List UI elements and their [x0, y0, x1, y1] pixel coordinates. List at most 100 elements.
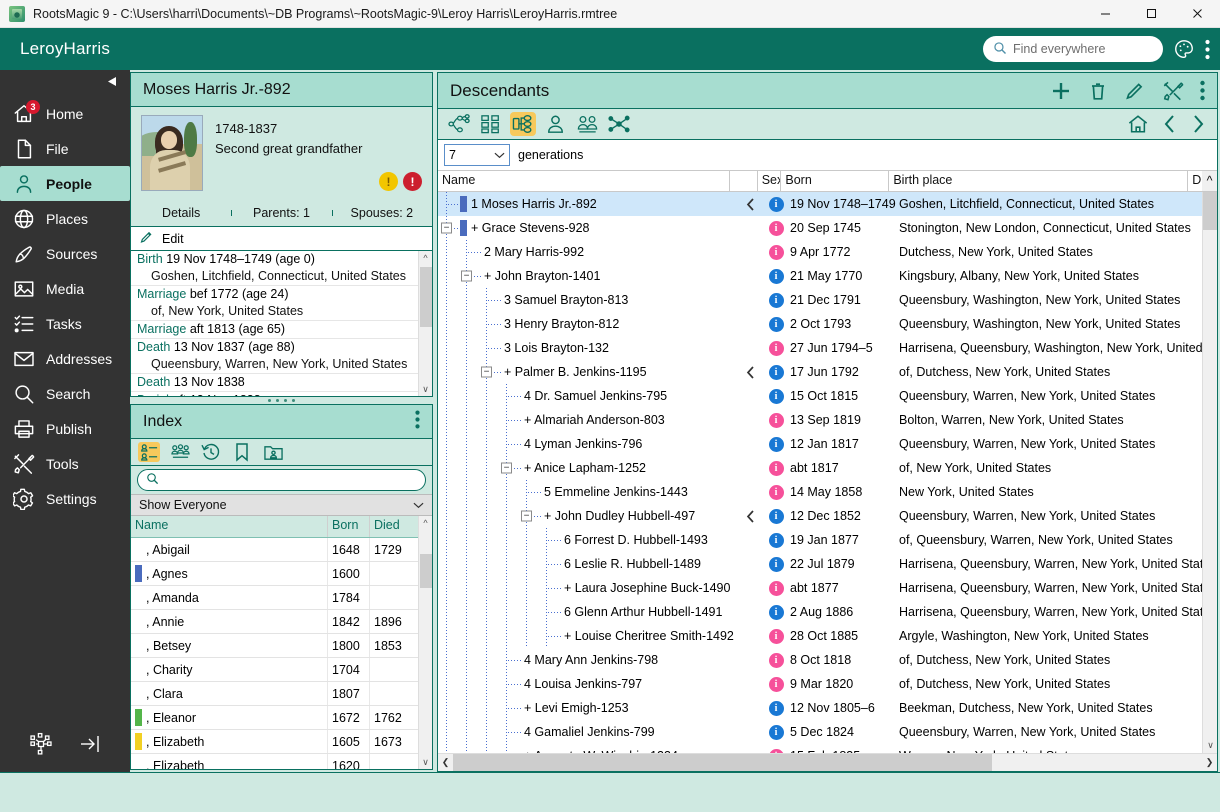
- tree-row-name-cell[interactable]: −+ John Brayton-1401: [438, 264, 736, 288]
- descendants-vertical-scrollbar[interactable]: ∨: [1202, 192, 1217, 753]
- chevron-left-icon[interactable]: [1163, 114, 1177, 134]
- network-icon[interactable]: [606, 112, 632, 136]
- tree-row-name-cell[interactable]: 6 Glenn Arthur Hubbell-1491: [438, 600, 736, 624]
- expander-toggle[interactable]: −: [481, 367, 492, 378]
- tree-row[interactable]: −+ Palmer B. Jenkins-1195i17 Jun 1792of,…: [438, 360, 1217, 384]
- tree-row[interactable]: + Laura Josephine Buck-1490iabt 1877Harr…: [438, 576, 1217, 600]
- person-icon[interactable]: [542, 112, 568, 136]
- index-search-box[interactable]: [137, 469, 426, 491]
- tree-row[interactable]: 3 Henry Brayton-812i2 Oct 1793Queensbury…: [438, 312, 1217, 336]
- person-tab-spouses[interactable]: Spouses: 2: [332, 206, 432, 220]
- scroll-right-icon[interactable]: ❯: [1202, 757, 1217, 768]
- sidebar-item-settings[interactable]: Settings: [0, 481, 130, 516]
- tree-row[interactable]: + Almariah Anderson-803i13 Sep 1819Bolto…: [438, 408, 1217, 432]
- hint-badge-icon[interactable]: !: [379, 172, 398, 191]
- expand-children-chevron-icon[interactable]: [736, 504, 764, 528]
- home-icon[interactable]: [1127, 114, 1149, 134]
- column-header-name[interactable]: Name: [131, 516, 327, 537]
- column-header-sex[interactable]: Sex: [758, 171, 782, 191]
- expand-children-chevron-icon[interactable]: [736, 360, 764, 384]
- sidebar-item-media[interactable]: Media: [0, 271, 130, 306]
- descendants-horizontal-scrollbar[interactable]: ❮ ❯: [438, 753, 1217, 771]
- descendants-icon[interactable]: [510, 112, 536, 136]
- index-row[interactable]: , Annie18421896: [131, 610, 432, 634]
- column-header-name[interactable]: Name: [438, 171, 730, 191]
- index-row[interactable]: , Abigail16481729: [131, 538, 432, 562]
- tree-row-name-cell[interactable]: + Louise Cheritree Smith-1492: [438, 624, 736, 648]
- tree-row[interactable]: 5 Emmeline Jenkins-1443i14 May 1858New Y…: [438, 480, 1217, 504]
- index-row[interactable]: , Elizabeth16051673: [131, 730, 432, 754]
- person-fact[interactable]: Death 13 Nov 1838: [131, 374, 432, 392]
- person-tab-parents[interactable]: Parents: 1: [231, 206, 331, 220]
- tree-row-name-cell[interactable]: 3 Lois Brayton-132: [438, 336, 736, 360]
- tree-row[interactable]: −+ Anice Lapham-1252iabt 1817of, New Yor…: [438, 456, 1217, 480]
- index-row[interactable]: , Clara1807: [131, 682, 432, 706]
- column-header-died[interactable]: D: [1188, 171, 1202, 191]
- tree-row-name-cell[interactable]: −+ Anice Lapham-1252: [438, 456, 736, 480]
- folder-person-icon[interactable]: [262, 442, 284, 462]
- tree-row[interactable]: −+ John Brayton-1401i21 May 1770Kingsbur…: [438, 264, 1217, 288]
- kebab-icon[interactable]: [1200, 80, 1205, 101]
- tree-row-name-cell[interactable]: 4 Gamaliel Jenkins-799: [438, 720, 736, 744]
- generations-select[interactable]: 7: [444, 144, 510, 166]
- chevron-right-icon[interactable]: [1191, 114, 1205, 134]
- scroll-up-icon[interactable]: ^: [419, 251, 432, 265]
- tree-row[interactable]: 4 Dr. Samuel Jenkins-795i15 Oct 1815Quee…: [438, 384, 1217, 408]
- tree-row[interactable]: 3 Lois Brayton-132i27 Jun 1794–5Harrisen…: [438, 336, 1217, 360]
- tree-row-name-cell[interactable]: −+ John Dudley Hubbell-497: [438, 504, 736, 528]
- tree-row[interactable]: 6 Glenn Arthur Hubbell-1491i2 Aug 1886Ha…: [438, 600, 1217, 624]
- tree-row[interactable]: 2 Mary Harris-992i9 Apr 1772Dutchess, Ne…: [438, 240, 1217, 264]
- sidebar-item-people[interactable]: People: [0, 166, 130, 201]
- index-row[interactable]: , Charity1704: [131, 658, 432, 682]
- tree-row-name-cell[interactable]: 6 Leslie R. Hubbell-1489: [438, 552, 736, 576]
- sidebar-item-home[interactable]: 3Home: [0, 96, 130, 131]
- expander-toggle[interactable]: −: [501, 463, 512, 474]
- tree-row[interactable]: 4 Louisa Jenkins-797i9 Mar 1820of, Dutch…: [438, 672, 1217, 696]
- tree-row[interactable]: 4 Gamaliel Jenkins-799i5 Dec 1824Queensb…: [438, 720, 1217, 744]
- expand-children-chevron-icon[interactable]: [736, 192, 764, 216]
- scroll-down-icon[interactable]: ∨: [1203, 738, 1217, 753]
- trash-icon[interactable]: [1088, 80, 1108, 102]
- tree-row[interactable]: 1 Moses Harris Jr.-892i19 Nov 1748–1749G…: [438, 192, 1217, 216]
- tree-row[interactable]: −+ Grace Stevens-928i20 Sep 1745Stoningt…: [438, 216, 1217, 240]
- column-header-birthplace[interactable]: Birth place: [889, 171, 1188, 191]
- plus-icon[interactable]: [1050, 80, 1072, 102]
- sidebar-item-addresses[interactable]: Addresses: [0, 341, 130, 376]
- tree-row-name-cell[interactable]: + Levi Emigh-1253: [438, 696, 736, 720]
- tree-row-name-cell[interactable]: −+ Palmer B. Jenkins-1195: [438, 360, 736, 384]
- scroll-down-icon[interactable]: ∨: [419, 382, 432, 396]
- family-group-icon[interactable]: [169, 442, 191, 462]
- people-list-icon[interactable]: [138, 442, 160, 462]
- person-fact[interactable]: Birth 19 Nov 1748–1749 (age 0)Goshen, Li…: [131, 251, 432, 286]
- index-row[interactable]: , Betsey18001853: [131, 634, 432, 658]
- person-portrait[interactable]: [141, 115, 203, 191]
- scroll-down-icon[interactable]: ∨: [419, 755, 432, 769]
- maximize-button[interactable]: [1128, 0, 1174, 28]
- tree-row-name-cell[interactable]: 3 Samuel Brayton-813: [438, 288, 736, 312]
- pencil-icon[interactable]: [1124, 80, 1146, 102]
- column-header-died[interactable]: Died: [369, 516, 411, 537]
- index-row[interactable]: , Elizabeth1620: [131, 754, 432, 769]
- sidebar-item-tasks[interactable]: Tasks: [0, 306, 130, 341]
- person-tab-details[interactable]: Details: [131, 206, 231, 220]
- index-row[interactable]: , Eleanor16721762: [131, 706, 432, 730]
- tree-row-name-cell[interactable]: 2 Mary Harris-992: [438, 240, 736, 264]
- tree-row-name-cell[interactable]: −+ Grace Stevens-928: [438, 216, 736, 240]
- history-clock-icon[interactable]: [200, 442, 222, 462]
- tree-row[interactable]: + Levi Emigh-1253i12 Nov 1805–6Beekman, …: [438, 696, 1217, 720]
- index-filter-select[interactable]: Show Everyone: [131, 494, 432, 516]
- index-row[interactable]: , Agnes1600: [131, 562, 432, 586]
- tree-row[interactable]: + Augusta W. Winchip-1234i15 Feb 1835War…: [438, 744, 1217, 753]
- expander-toggle[interactable]: −: [461, 271, 472, 282]
- tree-row-name-cell[interactable]: 4 Dr. Samuel Jenkins-795: [438, 384, 736, 408]
- couple-icon[interactable]: [574, 112, 600, 136]
- column-header-born[interactable]: Born: [327, 516, 369, 537]
- column-header-blank[interactable]: [730, 171, 758, 191]
- minimize-button[interactable]: [1082, 0, 1128, 28]
- tree-row-name-cell[interactable]: + Augusta W. Winchip-1234: [438, 744, 736, 753]
- expander-toggle[interactable]: −: [441, 223, 452, 234]
- scroll-left-icon[interactable]: ❮: [438, 757, 453, 768]
- tree-row[interactable]: 6 Leslie R. Hubbell-1489i22 Jul 1879Harr…: [438, 552, 1217, 576]
- tree-row-name-cell[interactable]: + Laura Josephine Buck-1490: [438, 576, 736, 600]
- pedigree-icon[interactable]: [446, 112, 472, 136]
